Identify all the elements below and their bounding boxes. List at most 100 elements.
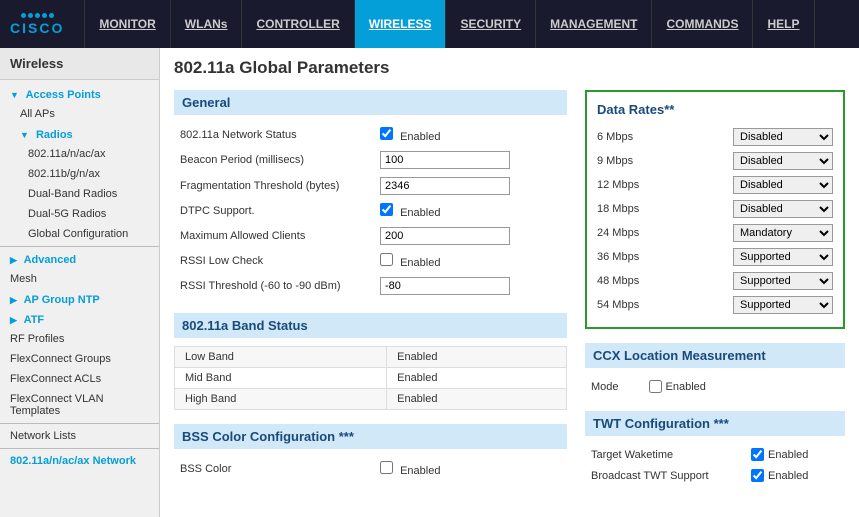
bss-color-row: BSS Color Enabled [174, 457, 567, 481]
sidebar-item-atf[interactable]: ▶ ATF [0, 309, 159, 329]
twt-row-broadcast: Broadcast TWT Support Enabled [585, 465, 845, 486]
rate-label-54: 54 Mbps [597, 299, 667, 311]
rate-label-6: 6 Mbps [597, 131, 667, 143]
rate-label-12: 12 Mbps [597, 179, 667, 191]
checkbox-ccx-mode[interactable] [649, 380, 662, 393]
band-status-high: Enabled [387, 389, 567, 410]
field-value-dtpc: Enabled [374, 199, 567, 223]
field-beacon-period: Beacon Period (millisecs) [174, 147, 567, 173]
field-label-network-status: 802.11a Network Status [174, 123, 374, 147]
sidebar-item-dual-band[interactable]: Dual-Band Radios [0, 184, 159, 204]
label-ccx-mode: Enabled [666, 381, 706, 393]
rate-select-6[interactable]: DisabledMandatorySupported [733, 128, 833, 146]
rate-label-18: 18 Mbps [597, 203, 667, 215]
nav-controller[interactable]: CONTROLLER [242, 0, 354, 48]
sidebar-item-all-aps[interactable]: All APs [0, 104, 159, 124]
rate-select-9[interactable]: DisabledMandatorySupported [733, 152, 833, 170]
band-status-header: 802.11a Band Status [174, 313, 567, 338]
field-label-beacon: Beacon Period (millisecs) [174, 147, 374, 173]
input-rssi-threshold[interactable] [380, 277, 510, 295]
rate-select-54[interactable]: DisabledMandatorySupported [733, 296, 833, 314]
rate-row-54: 54 Mbps DisabledMandatorySupported [597, 293, 833, 317]
nav-wireless[interactable]: WIRELESS [355, 0, 447, 48]
band-row-mid: Mid Band Enabled [175, 368, 567, 389]
sidebar-item-80211a[interactable]: 802.11a/n/ac/ax [0, 144, 159, 164]
two-col-layout: General 802.11a Network Status Enabled B… [174, 90, 845, 500]
data-rates-box: Data Rates** 6 Mbps DisabledMandatorySup… [585, 90, 845, 329]
sidebar-item-ap-group-ntp[interactable]: ▶ AP Group NTP [0, 289, 159, 309]
bss-color-label: BSS Color [174, 457, 374, 481]
nav-commands[interactable]: COMMANDS [652, 0, 753, 48]
field-dtpc: DTPC Support. Enabled [174, 199, 567, 223]
band-row-low: Low Band Enabled [175, 347, 567, 368]
label-dtpc: Enabled [400, 207, 440, 219]
field-rssi-low-check: RSSI Low Check Enabled [174, 249, 567, 273]
field-value-rssi-low: Enabled [374, 249, 567, 273]
twt-label-target: Target Waketime [591, 449, 751, 461]
field-value-max-clients [374, 223, 567, 249]
bss-color-form: BSS Color Enabled [174, 457, 567, 481]
rate-select-12[interactable]: DisabledMandatorySupported [733, 176, 833, 194]
checkbox-target-waketime[interactable] [751, 448, 764, 461]
rate-label-36: 36 Mbps [597, 251, 667, 263]
rate-row-6: 6 Mbps DisabledMandatorySupported [597, 125, 833, 149]
triangle-icon: ▼ [10, 90, 19, 100]
triangle-icon-ntp: ▶ [10, 295, 17, 306]
field-value-rssi-threshold [374, 273, 567, 299]
rate-label-9: 9 Mbps [597, 155, 667, 167]
rate-select-24[interactable]: DisabledMandatorySupported [733, 224, 833, 242]
nav-management[interactable]: MANAGEMENT [536, 0, 652, 48]
rate-select-36[interactable]: DisabledMandatorySupported [733, 248, 833, 266]
ccx-mode-row: Mode Enabled [585, 376, 845, 397]
twt-label-broadcast: Broadcast TWT Support [591, 470, 751, 482]
checkbox-dtpc[interactable] [380, 203, 393, 216]
rate-row-12: 12 Mbps DisabledMandatorySupported [597, 173, 833, 197]
input-beacon[interactable] [380, 151, 510, 169]
rate-row-48: 48 Mbps DisabledMandatorySupported [597, 269, 833, 293]
rate-select-48[interactable]: DisabledMandatorySupported [733, 272, 833, 290]
checkbox-bss-color[interactable] [380, 461, 393, 474]
main-layout: Wireless ▼ Access Points All APs ▼ Radio… [0, 48, 859, 517]
sidebar-item-80211b[interactable]: 802.11b/g/n/ax [0, 164, 159, 184]
sidebar-item-80211a-network[interactable]: 802.11a/n/ac/ax Network [0, 451, 159, 471]
checkbox-broadcast-twt[interactable] [751, 469, 764, 482]
nav-help[interactable]: HELP [753, 0, 814, 48]
sidebar-item-flexconnect-acls[interactable]: FlexConnect ACLs [0, 369, 159, 389]
sidebar-item-global-config[interactable]: Global Configuration [0, 224, 159, 244]
field-value-fragmentation [374, 173, 567, 199]
field-label-max-clients: Maximum Allowed Clients [174, 223, 374, 249]
band-label-mid: Mid Band [175, 368, 387, 389]
label-network-status: Enabled [400, 131, 440, 143]
sidebar-item-flexconnect-groups[interactable]: FlexConnect Groups [0, 349, 159, 369]
sidebar-item-dual-5g[interactable]: Dual-5G Radios [0, 204, 159, 224]
triangle-icon-radios: ▼ [20, 130, 29, 140]
ccx-section: CCX Location Measurement Mode Enabled [585, 343, 845, 397]
top-header: CISCO MONITOR WLANs CONTROLLER WIRELESS … [0, 0, 859, 48]
sidebar-item-rf-profiles[interactable]: RF Profiles [0, 329, 159, 349]
nav-wlans[interactable]: WLANs [171, 0, 243, 48]
sidebar-item-access-points[interactable]: ▼ Access Points [0, 84, 159, 104]
sidebar-item-radios[interactable]: ▼ Radios [0, 124, 159, 144]
field-label-rssi-threshold: RSSI Threshold (-60 to -90 dBm) [174, 273, 374, 299]
sidebar-item-mesh[interactable]: Mesh [0, 269, 159, 289]
sidebar-item-flexconnect-vlan[interactable]: FlexConnect VLAN Templates [0, 389, 159, 421]
field-label-rssi-low: RSSI Low Check [174, 249, 374, 273]
general-form: 802.11a Network Status Enabled Beacon Pe… [174, 123, 567, 299]
sidebar-section: ▼ Access Points All APs ▼ Radios 802.11a… [0, 80, 159, 475]
twt-row-target: Target Waketime Enabled [585, 444, 845, 465]
cisco-logo: CISCO [10, 13, 64, 36]
rate-select-18[interactable]: DisabledMandatorySupported [733, 200, 833, 218]
checkbox-rssi-low[interactable] [380, 253, 393, 266]
nav-monitor[interactable]: MONITOR [84, 0, 170, 48]
checkbox-network-status[interactable] [380, 127, 393, 140]
general-header: General [174, 90, 567, 115]
input-fragmentation[interactable] [380, 177, 510, 195]
field-value-beacon [374, 147, 567, 173]
sidebar-item-advanced[interactable]: ▶ Advanced [0, 249, 159, 269]
field-value-network-status: Enabled [374, 123, 567, 147]
triangle-icon-advanced: ▶ [10, 255, 17, 266]
sidebar-item-network-lists[interactable]: Network Lists [0, 426, 159, 446]
field-label-dtpc: DTPC Support. [174, 199, 374, 223]
input-max-clients[interactable] [380, 227, 510, 245]
nav-security[interactable]: SECURITY [446, 0, 536, 48]
